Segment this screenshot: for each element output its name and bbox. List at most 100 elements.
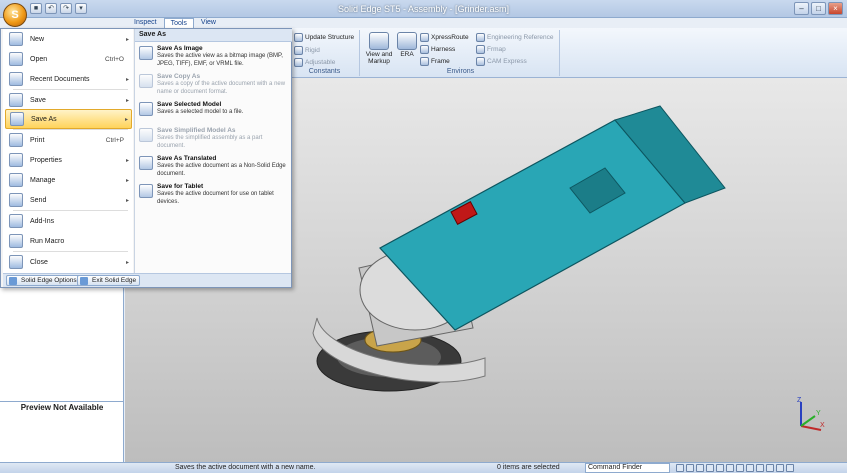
view-markup-icon <box>369 32 389 50</box>
coordinate-triad: Z X Y <box>791 396 827 436</box>
ribbon-group-constants: Update Structure Rigid Adjustable Consta… <box>290 30 360 76</box>
save-as-image-item[interactable]: Save As Image Saves the active view as a … <box>139 45 289 68</box>
open-icon <box>9 52 23 66</box>
triad-graphic: Z X Y <box>797 397 825 431</box>
y-label: Y <box>816 410 821 417</box>
image-icon <box>139 46 153 60</box>
tab-view[interactable]: View <box>195 18 222 28</box>
save-for-tablet-item[interactable]: Save for Tablet Saves the active document… <box>139 183 289 206</box>
minimize-button[interactable]: – <box>794 2 809 15</box>
simplified-model-icon <box>139 128 153 142</box>
menu-item-recent-documents[interactable]: Recent Documents ▸ <box>5 69 132 89</box>
frame-icon <box>420 57 429 66</box>
rotate-icon[interactable] <box>716 464 724 472</box>
rigid-button[interactable]: Rigid <box>294 46 320 55</box>
tab-inspect[interactable]: Inspect <box>128 18 163 28</box>
window-controls: – □ × <box>794 2 843 15</box>
properties-icon <box>9 153 23 167</box>
save-copy-as-item[interactable]: Save Copy As Saves a copy of the active d… <box>139 73 289 96</box>
update-structure-button[interactable]: Update Structure <box>294 33 354 42</box>
wireframe-icon[interactable] <box>756 464 764 472</box>
zoom-area-icon[interactable] <box>676 464 684 472</box>
application-menu: New ▸ Open Ctrl+O Recent Documents ▸ Save ▸ … <box>0 28 292 288</box>
exit-solid-edge-button[interactable]: Exit Solid Edge <box>77 275 141 286</box>
menu-item-save[interactable]: Save ▸ <box>5 90 132 110</box>
menu-item-open[interactable]: Open Ctrl+O <box>5 49 132 69</box>
frame-button[interactable]: Frame <box>420 57 450 66</box>
menu-item-send[interactable]: Send ▸ <box>5 190 132 210</box>
era-button[interactable]: ERA <box>396 32 418 58</box>
view-tools <box>676 464 794 472</box>
preview-not-available-label: Preview Not Available <box>20 403 104 412</box>
recent-documents-icon <box>9 72 23 86</box>
application-menu-commands: New ▸ Open Ctrl+O Recent Documents ▸ Save ▸ … <box>3 29 133 285</box>
adjustable-icon <box>294 58 303 67</box>
selection-count: 0 items are selected <box>497 464 560 471</box>
ribbon-group-label: Constants <box>308 68 341 75</box>
frmap-button[interactable]: Frmap <box>476 45 506 54</box>
tablet-icon <box>139 184 153 198</box>
menu-item-properties[interactable]: Properties ▸ <box>5 150 132 170</box>
shaded-icon[interactable] <box>736 464 744 472</box>
update-structure-icon <box>294 33 303 42</box>
visible-edges-icon[interactable] <box>746 464 754 472</box>
sectioning-icon[interactable] <box>766 464 774 472</box>
close-button[interactable]: × <box>828 2 843 15</box>
save-as-submenu: Save As Save As Image Saves the active vi… <box>134 29 292 273</box>
menu-item-manage[interactable]: Manage ▸ <box>5 170 132 190</box>
z-label: Z <box>797 397 802 404</box>
menu-item-add-ins[interactable]: Add-Ins <box>5 211 132 231</box>
help-icon[interactable] <box>786 464 794 472</box>
fit-icon[interactable] <box>696 464 704 472</box>
engineering-reference-icon <box>476 33 485 42</box>
print-icon <box>9 133 23 147</box>
era-icon <box>397 32 417 50</box>
pan-icon[interactable] <box>706 464 714 472</box>
save-icon <box>9 93 23 107</box>
y-axis <box>800 415 816 427</box>
harness-icon <box>420 45 429 54</box>
solid-edge-options-button[interactable]: Solid Edge Options <box>6 275 81 286</box>
submenu-title: Save As <box>135 29 292 42</box>
application-menu-footer: Solid Edge Options Exit Solid Edge <box>3 273 291 287</box>
view-and-markup-button[interactable]: View and Markup <box>364 32 394 65</box>
command-finder-input[interactable]: Command Finder <box>585 463 670 473</box>
save-selected-model-item[interactable]: Save Selected Model Saves a selected mode… <box>139 101 289 117</box>
manage-icon <box>9 173 23 187</box>
add-ins-icon <box>9 214 23 228</box>
menu-item-print[interactable]: Print Ctrl+P <box>5 130 132 150</box>
maximize-button[interactable]: □ <box>811 2 826 15</box>
menu-item-new[interactable]: New ▸ <box>5 29 132 49</box>
x-label: X <box>820 422 825 429</box>
save-as-icon <box>10 112 24 126</box>
rigid-icon <box>294 46 303 55</box>
copy-icon <box>139 74 153 88</box>
menu-item-close[interactable]: Close ▸ <box>5 252 132 272</box>
run-macro-icon <box>9 234 23 248</box>
view-orientation-icon[interactable] <box>726 464 734 472</box>
harness-button[interactable]: Harness <box>420 45 455 54</box>
cam-express-icon <box>476 57 485 66</box>
tab-tools[interactable]: Tools <box>163 18 194 28</box>
translate-icon <box>139 156 153 170</box>
save-as-translated-item[interactable]: Save As Translated Saves the active docum… <box>139 155 289 178</box>
ribbon-group-label: Environs <box>446 68 475 75</box>
zoom-icon[interactable] <box>686 464 694 472</box>
menu-item-run-macro[interactable]: Run Macro <box>5 231 132 251</box>
motor-body <box>379 119 686 331</box>
close-document-icon <box>9 255 23 269</box>
title-bar: ■ ↶ ↷ ▾ Solid Edge ST5 - Assembly - [Gri… <box>0 0 847 18</box>
named-views-icon[interactable] <box>776 464 784 472</box>
xpressroute-icon <box>420 33 429 42</box>
new-icon <box>9 32 23 46</box>
ribbon-group-environs: View and Markup ERA XpressRoute Harness … <box>362 30 560 76</box>
xpressroute-button[interactable]: XpressRoute <box>420 33 469 42</box>
cam-express-button[interactable]: CAM Express <box>476 57 527 66</box>
adjustable-button[interactable]: Adjustable <box>294 58 335 67</box>
application-button[interactable]: S <box>3 3 27 27</box>
x-axis <box>800 425 822 431</box>
ribbon-tabs: Inspect Tools View <box>128 18 222 28</box>
menu-item-save-as[interactable]: Save As ▸ <box>5 109 132 129</box>
engineering-reference-button[interactable]: Engineering Reference <box>476 33 554 42</box>
save-simplified-model-item[interactable]: Save Simplified Model As Saves the simpli… <box>139 127 289 150</box>
